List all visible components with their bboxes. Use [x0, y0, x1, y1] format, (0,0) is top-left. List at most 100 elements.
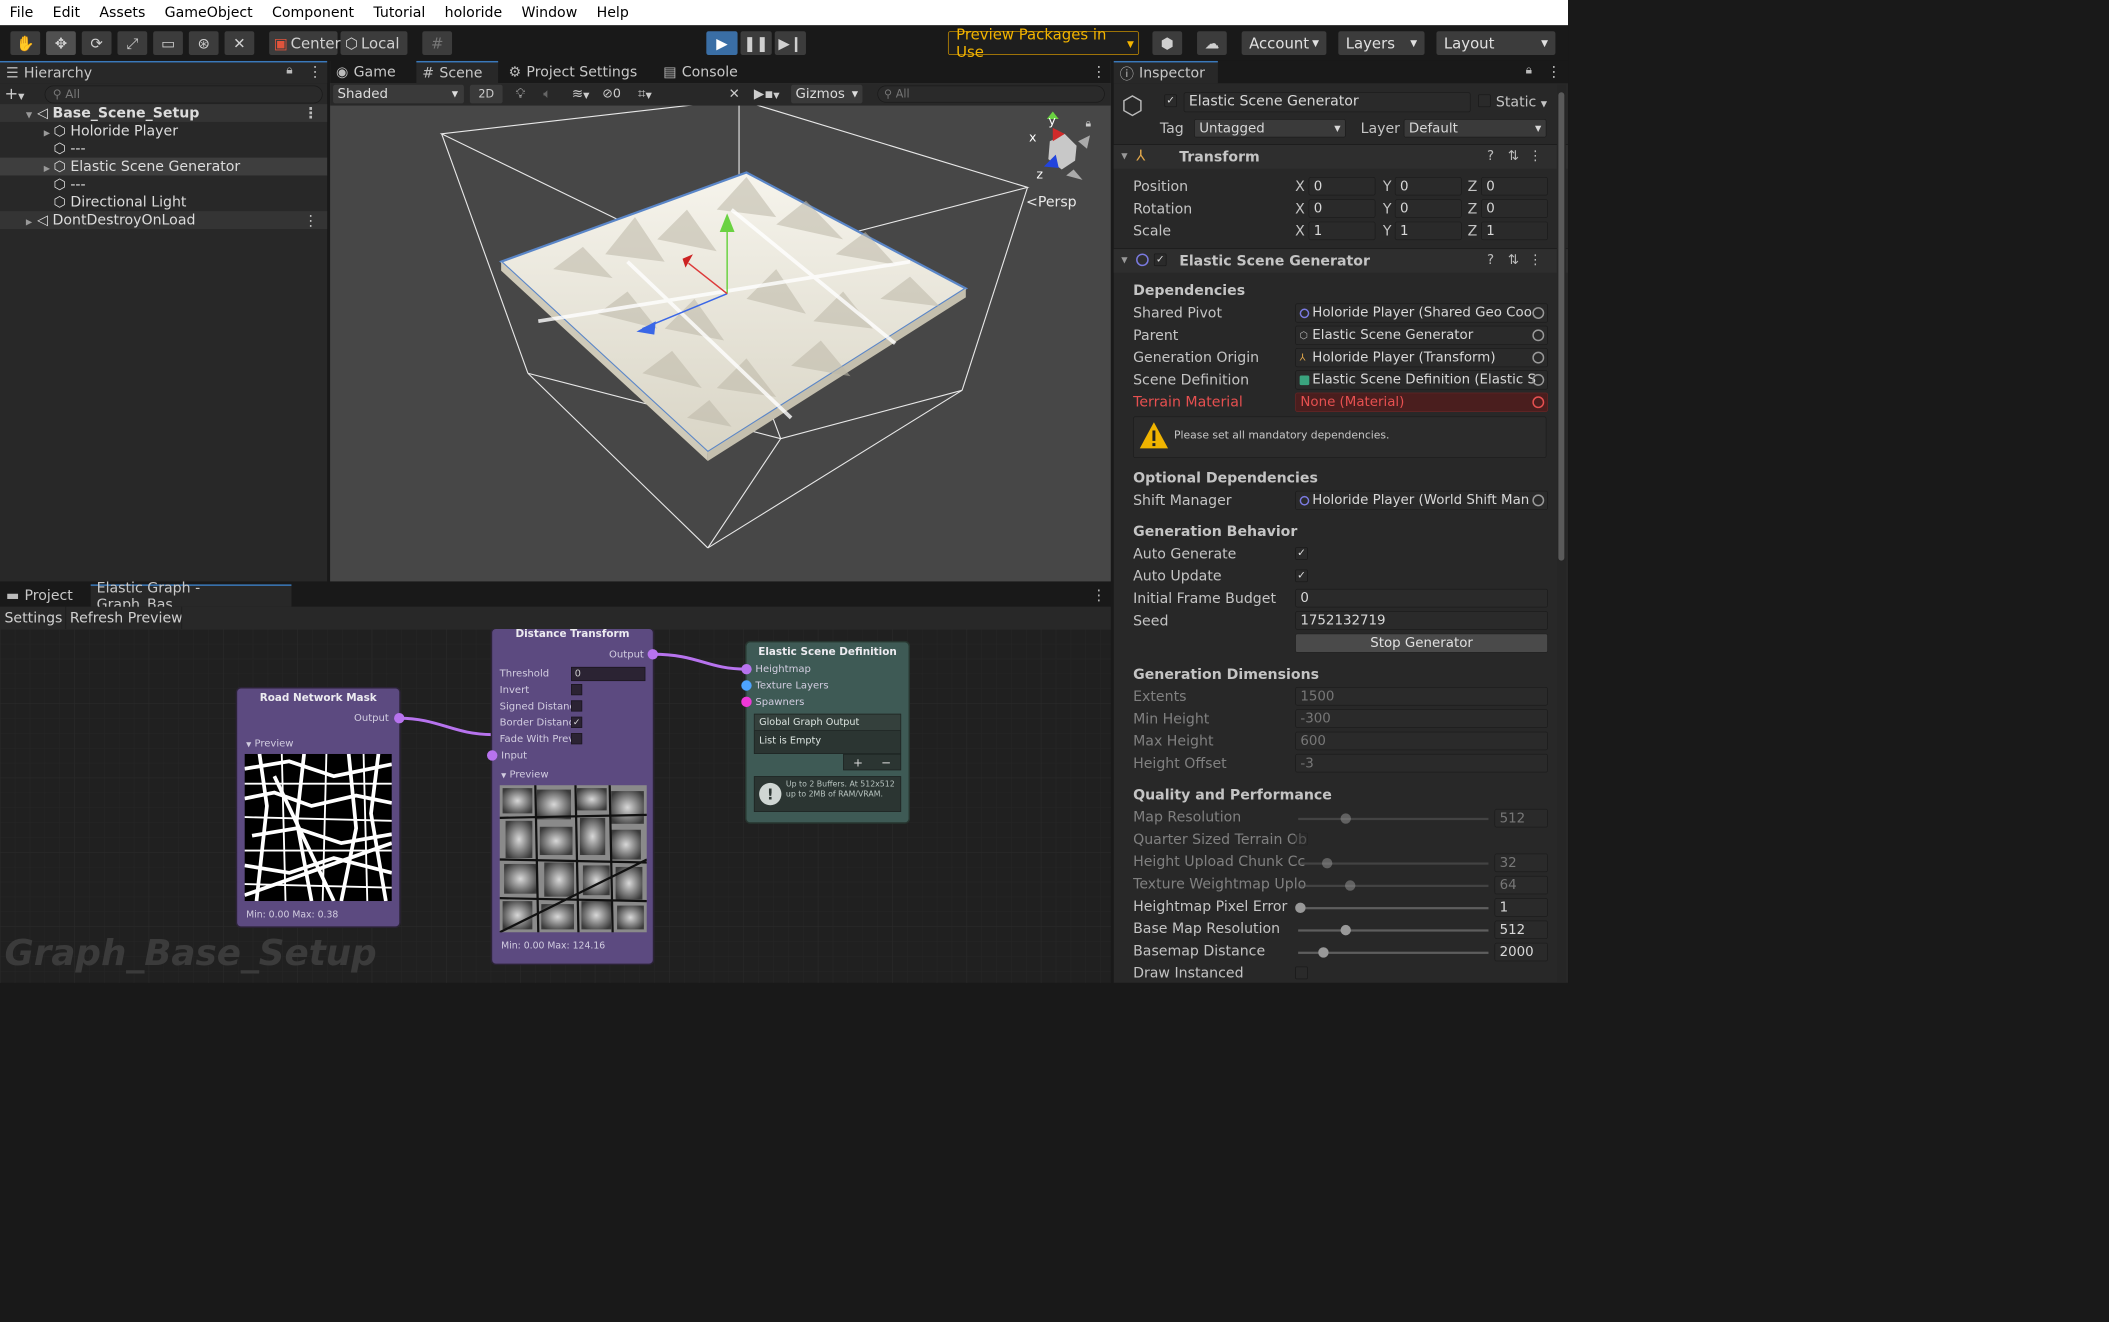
- cloud-icon[interactable]: ☁: [1197, 31, 1227, 56]
- object-name-field[interactable]: Elastic Scene Generator: [1183, 92, 1471, 113]
- menu-holoride[interactable]: holoride: [435, 4, 512, 20]
- tab-console[interactable]: ▤ Console: [657, 61, 754, 83]
- object-picker-icon[interactable]: [1532, 396, 1545, 409]
- quality-value-field[interactable]: 32: [1494, 853, 1548, 873]
- object-picker-icon[interactable]: [1532, 351, 1545, 364]
- object-picker-icon[interactable]: [1532, 373, 1545, 386]
- camera-icon[interactable]: ▶▪▼: [754, 85, 790, 104]
- orientation-gizmo[interactable]: x y z 🔒︎ <Persp: [1026, 111, 1092, 211]
- texture-layers-port[interactable]: [741, 680, 752, 691]
- preview-foldout[interactable]: ▼ Preview: [501, 769, 548, 781]
- auto-generate-checkbox[interactable]: ✓: [1295, 547, 1308, 560]
- threshold-field[interactable]: 0: [571, 666, 646, 682]
- auto-update-checkbox[interactable]: ✓: [1295, 569, 1308, 583]
- move-tool-icon[interactable]: ✥: [46, 31, 76, 56]
- pivot-space-button[interactable]: ⬡ Local: [340, 31, 408, 56]
- preset-icon[interactable]: ⇅: [1508, 148, 1519, 164]
- active-checkbox[interactable]: ✓: [1164, 94, 1177, 108]
- fold-arrow-icon[interactable]: ▼: [24, 110, 34, 120]
- audio-icon[interactable]: 🔈︎: [535, 85, 559, 104]
- scrollbar-thumb[interactable]: [1558, 92, 1565, 561]
- fold-arrow-icon[interactable]: ▼: [1121, 255, 1127, 265]
- more-menu-icon[interactable]: ⋮: [303, 104, 318, 122]
- preview-packages-button[interactable]: Preview Packages in Use ▼: [947, 25, 1140, 61]
- tag-dropdown[interactable]: Untagged ▼: [1194, 118, 1346, 138]
- step-button[interactable]: ▶❙: [774, 31, 806, 56]
- rotation-x-field[interactable]: 0: [1308, 199, 1376, 218]
- elastic-scene-definition-node[interactable]: Elastic Scene Definition Heightmap Textu…: [741, 642, 909, 823]
- tab-scene[interactable]: # Scene: [416, 60, 499, 84]
- component-header[interactable]: ▼ ✓ Elastic Scene Generator ? ⇅ ⋮: [1113, 249, 1569, 273]
- quality-slider-knob[interactable]: [1344, 880, 1356, 891]
- mode-2d-button[interactable]: 2D: [469, 84, 503, 104]
- hierarchy-item[interactable]: ▶ ⬡ Elastic Scene Generator: [0, 157, 328, 176]
- more-menu-icon[interactable]: ⋮: [1529, 252, 1542, 268]
- pivot-mode-button[interactable]: ▣ Center: [269, 31, 341, 56]
- add-object-button[interactable]: +▼: [4, 85, 34, 104]
- rotate-tool-icon[interactable]: ⟳: [81, 31, 112, 56]
- perspective-label[interactable]: <Persp: [1026, 195, 1077, 211]
- collab-icon[interactable]: ⬢: [1152, 31, 1183, 56]
- parent-field[interactable]: ⬡ Elastic Scene Generator: [1295, 325, 1548, 345]
- layout-dropdown[interactable]: Layout ▼: [1436, 31, 1556, 56]
- more-menu-icon[interactable]: ⋮: [303, 211, 318, 229]
- lighting-icon[interactable]: 💡︎: [509, 85, 533, 104]
- gizmos-dropdown[interactable]: Gizmos ▼: [791, 84, 863, 104]
- layers-dropdown[interactable]: Layers ▼: [1338, 31, 1425, 56]
- position-y-field[interactable]: 0: [1394, 176, 1462, 196]
- quality-value-field[interactable]: 1: [1494, 898, 1548, 917]
- position-x-field[interactable]: 0: [1308, 176, 1376, 196]
- scene-definition-field[interactable]: Elastic Scene Definition (Elastic S: [1295, 370, 1548, 390]
- layer-dropdown[interactable]: Default ▼: [1403, 118, 1547, 138]
- road-output-port[interactable]: [394, 713, 405, 724]
- shared-pivot-field[interactable]: Holoride Player (Shared Geo Coo: [1295, 303, 1548, 323]
- hierarchy-scene-row[interactable]: ▶ ◁ DontDestroyOnLoad ⋮: [0, 211, 328, 229]
- quality-slider-track[interactable]: [1298, 907, 1489, 910]
- transform-tool-icon[interactable]: ⊛: [188, 31, 219, 56]
- menu-file[interactable]: File: [0, 4, 43, 20]
- menu-edit[interactable]: Edit: [43, 4, 90, 20]
- scale-tool-icon[interactable]: ⤢: [117, 31, 148, 56]
- menu-window[interactable]: Window: [512, 4, 587, 20]
- custom-tool-icon[interactable]: ✕: [224, 31, 255, 56]
- scale-x-field[interactable]: 1: [1308, 221, 1376, 241]
- tab-project[interactable]: ▬ Project: [0, 584, 88, 606]
- quality-value-field[interactable]: 64: [1494, 875, 1548, 895]
- menu-assets[interactable]: Assets: [90, 4, 155, 20]
- shading-mode-dropdown[interactable]: Shaded ▼: [333, 84, 464, 104]
- quality-slider-knob[interactable]: [1321, 857, 1333, 869]
- hand-tool-icon[interactable]: ✋: [10, 31, 41, 56]
- quality-checkbox[interactable]: [1295, 966, 1308, 980]
- quality-slider-knob[interactable]: [1340, 924, 1352, 936]
- road-network-mask-node[interactable]: Road Network Mask Output ▼ Preview Min: …: [237, 688, 405, 927]
- lock-icon[interactable]: 🔒︎: [1086, 117, 1092, 129]
- account-dropdown[interactable]: Account ▼: [1241, 31, 1327, 56]
- object-picker-icon[interactable]: [1532, 329, 1545, 342]
- spawners-port[interactable]: [741, 696, 752, 708]
- more-menu-icon[interactable]: ⋮: [1546, 62, 1561, 80]
- scale-y-field[interactable]: 1: [1394, 221, 1462, 241]
- tab-inspector[interactable]: ⓘ Inspector: [1113, 60, 1218, 84]
- quality-checkbox[interactable]: [1295, 832, 1308, 846]
- extents-field[interactable]: 1500: [1295, 686, 1548, 706]
- distance-input-port[interactable]: [486, 750, 498, 761]
- fold-arrow-icon[interactable]: ▶: [42, 128, 52, 138]
- settings-button[interactable]: Settings: [4, 610, 62, 626]
- hierarchy-scene-row[interactable]: ▼ ◁ Base_Scene_Setup ⋮: [0, 104, 328, 122]
- tab-hierarchy[interactable]: ☰ Hierarchy: [0, 60, 328, 84]
- quality-slider-track[interactable]: [1298, 817, 1489, 821]
- max-height-field[interactable]: 600: [1295, 731, 1548, 751]
- lock-icon[interactable]: 🔒︎: [1526, 62, 1532, 77]
- generation-origin-field[interactable]: ⅄ Holoride Player (Transform): [1295, 347, 1548, 368]
- min-height-field[interactable]: -300: [1295, 709, 1548, 728]
- hidden-objects-toggle[interactable]: ⊘0: [602, 85, 635, 104]
- add-item-button[interactable]: +: [853, 755, 863, 769]
- component-enabled-checkbox[interactable]: ✓: [1153, 253, 1167, 267]
- static-dropdown[interactable]: Static ▼: [1496, 94, 1547, 110]
- preset-icon[interactable]: ⇅: [1508, 252, 1519, 268]
- menu-help[interactable]: Help: [587, 4, 639, 20]
- refresh-preview-button[interactable]: Refresh Preview: [70, 610, 183, 626]
- invert-checkbox[interactable]: [571, 684, 583, 696]
- border-distance-checkbox[interactable]: ✓: [571, 716, 583, 728]
- initial-frame-budget-field[interactable]: 0: [1295, 588, 1548, 608]
